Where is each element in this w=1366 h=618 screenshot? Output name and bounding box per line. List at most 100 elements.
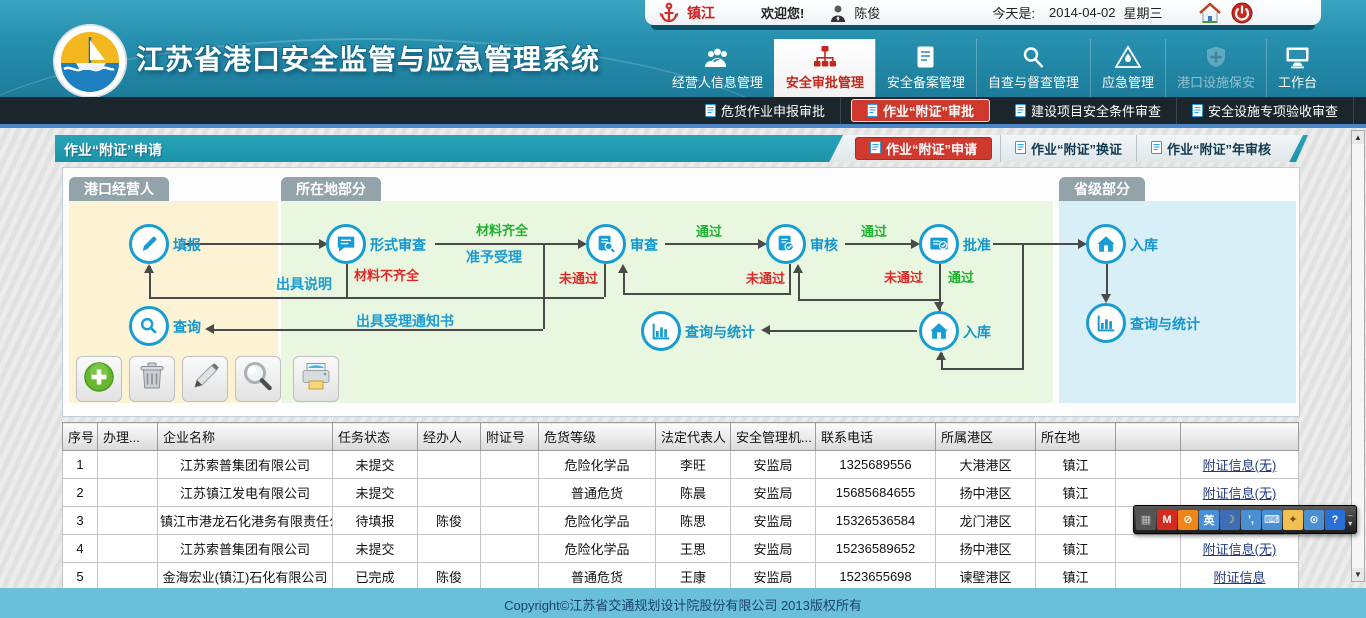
nav-item-safety-filing[interactable]: 安全备案管理 [875, 39, 976, 97]
cert-info-link[interactable]: 附证信息(无) [1203, 486, 1277, 501]
workflow-diagram: 港口经营人所在地部分省级部分填报查询形式审查审查审核批准查询与统计入库入库查询与… [62, 167, 1300, 417]
flow-connector [993, 243, 1081, 245]
flow-node-province-query-stats[interactable] [1086, 303, 1126, 343]
search-button[interactable] [235, 356, 281, 402]
subnav-item-dangerous-cargo-declaration[interactable]: 危货作业申报审批 [690, 97, 841, 124]
cert-info-link[interactable]: 附证信息 [1213, 570, 1265, 585]
flow-node-province-warehouse-in[interactable] [1086, 224, 1126, 264]
column-header[interactable]: 企业名称 [158, 423, 333, 451]
column-header[interactable] [1181, 423, 1299, 451]
table-cell [481, 479, 539, 507]
ime-toolbar[interactable]: ▦M⊘英☽’,⌨✦⊙?–▾ [1133, 505, 1357, 534]
scroll-down-button[interactable]: ▼ [1352, 568, 1364, 581]
tab-cert-annual-review[interactable]: 作业“附证”年审核 [1136, 135, 1285, 162]
print-button[interactable] [293, 356, 339, 402]
document-icon [1151, 141, 1162, 157]
table-cell [481, 451, 539, 479]
subnav-item-attached-cert-approval[interactable]: 作业“附证”审批 [851, 99, 990, 122]
flow-node-warehouse-in[interactable] [919, 311, 959, 351]
flow-node-formal-review[interactable] [326, 224, 366, 264]
top-user-bar: 镇江 欢迎您! 陈俊 今天是: 2014-04-02 星期三 [645, 0, 1321, 25]
column-header[interactable]: 法定代表人 [656, 423, 731, 451]
table-row[interactable]: 3镇江市港龙石化港务有限责任公司待填报陈俊危险化学品陈思安监局153265365… [63, 507, 1299, 535]
block-icon[interactable]: ⊘ [1178, 510, 1198, 530]
table-cell [98, 507, 158, 535]
table-cell: 王思 [656, 535, 731, 563]
delete-button[interactable] [129, 356, 175, 402]
nav-item-label: 应急管理 [1102, 72, 1154, 91]
nav-item-safety-approval[interactable]: 安全审批管理 [774, 39, 875, 97]
cert-info-link[interactable]: 附证信息(无) [1203, 458, 1277, 473]
edit-button[interactable] [182, 356, 228, 402]
ime-collapse-icon[interactable]: –▾ [1346, 512, 1354, 528]
ime-search-icon[interactable]: ⊙ [1304, 510, 1324, 530]
column-header[interactable]: 附证号 [481, 423, 539, 451]
nav-item-workbench[interactable]: 工作台 [1266, 39, 1328, 97]
subnav-item-construction-safety-review[interactable]: 建设项目安全条件审查 [1000, 97, 1177, 124]
tab-cert-apply[interactable]: 作业“附证”申请 [855, 137, 992, 160]
column-header[interactable]: 危货等级 [539, 423, 656, 451]
nav-item-self-inspection[interactable]: 自查与督查管理 [976, 39, 1090, 97]
flow-node-label: 审查 [630, 235, 658, 255]
flow-node-query-stats[interactable] [641, 311, 681, 351]
flow-node-query[interactable] [129, 306, 169, 346]
column-header[interactable]: 序号 [63, 423, 98, 451]
table-cell: 普通危货 [539, 479, 656, 507]
cert-info-link[interactable]: 附证信息(无) [1203, 542, 1277, 557]
flow-edge-label: 出具说明 [276, 274, 332, 294]
column-header[interactable]: 所属港区 [936, 423, 1036, 451]
arrow-head [934, 302, 944, 311]
flow-connector [1106, 264, 1108, 297]
document-icon [867, 104, 878, 117]
table-cell [481, 563, 539, 591]
main-nav: 经营人信息管理安全审批管理安全备案管理自查与督查管理应急管理港口设施保安工作台 [661, 39, 1328, 97]
table-cell: 镇江 [1036, 479, 1116, 507]
flow-node-verify[interactable] [766, 224, 806, 264]
table-row[interactable]: 5金海宏业(镇江)石化有限公司已完成陈俊普通危货王康安监局1523655698谏… [63, 563, 1299, 591]
table-cell: 镇江 [1036, 563, 1116, 591]
column-header[interactable]: 任务状态 [333, 423, 418, 451]
flow-node-label: 查询与统计 [685, 322, 755, 342]
flow-node-review[interactable] [586, 224, 626, 264]
column-header[interactable]: 办理... [98, 423, 158, 451]
table-cell [481, 535, 539, 563]
column-header[interactable] [1116, 423, 1181, 451]
english-mode-icon[interactable]: 英 [1199, 510, 1219, 530]
drag-handle-icon[interactable]: ▦ [1136, 510, 1156, 530]
flow-node-fill-in[interactable] [129, 224, 169, 264]
punctuation-icon[interactable]: ’, [1241, 510, 1261, 530]
tab-label: 作业“附证”申请 [886, 139, 977, 158]
table-cell: 3 [63, 507, 98, 535]
halfwidth-moon-icon[interactable]: ☽ [1220, 510, 1240, 530]
column-header[interactable]: 所在地 [1036, 423, 1116, 451]
logout-power-icon[interactable] [1231, 2, 1253, 24]
nav-item-emergency[interactable]: 应急管理 [1090, 39, 1165, 97]
table-row[interactable]: 1江苏索普集团有限公司未提交危险化学品李旺安监局1325689556大港港区镇江… [63, 451, 1299, 479]
table-row[interactable]: 2江苏镇江发电有限公司未提交普通危货陈晨安监局15685684655扬中港区镇江… [63, 479, 1299, 507]
table-cell: 大港港区 [936, 451, 1036, 479]
subnav-item-safety-facility-acceptance[interactable]: 安全设施专项验收审查 [1177, 97, 1354, 124]
table-cell: 镇江 [1036, 535, 1116, 563]
warehouse-icon [1095, 233, 1117, 255]
keyboard-icon[interactable]: ⌨ [1262, 510, 1282, 530]
table-row[interactable]: 4江苏索普集团有限公司未提交危险化学品王思安监局15236589652扬中港区镇… [63, 535, 1299, 563]
help-icon[interactable]: ? [1325, 510, 1345, 530]
user-name: 陈俊 [854, 3, 880, 22]
column-header[interactable]: 经办人 [418, 423, 481, 451]
table-cell: 1523655698 [816, 563, 936, 591]
tab-cert-renew[interactable]: 作业“附证”换证 [1000, 135, 1136, 162]
nav-divider [0, 124, 1366, 128]
column-header[interactable]: 联系电话 [816, 423, 936, 451]
flow-node-approve[interactable] [919, 224, 959, 264]
nav-item-operator-info[interactable]: 经营人信息管理 [661, 39, 774, 97]
user-avatar-icon [830, 4, 846, 22]
home-icon[interactable] [1199, 3, 1221, 23]
sogou-logo-icon[interactable]: M [1157, 510, 1177, 530]
subnav-item-label: 作业“附证”审批 [883, 101, 974, 120]
scroll-up-button[interactable]: ▲ [1352, 131, 1364, 144]
add-button[interactable] [76, 356, 122, 402]
table-cell: 王康 [656, 563, 731, 591]
app-title: 江苏省港口安全监管与应急管理系统 [136, 38, 600, 78]
column-header[interactable]: 安全管理机... [731, 423, 816, 451]
toolbox-icon[interactable]: ✦ [1283, 510, 1303, 530]
